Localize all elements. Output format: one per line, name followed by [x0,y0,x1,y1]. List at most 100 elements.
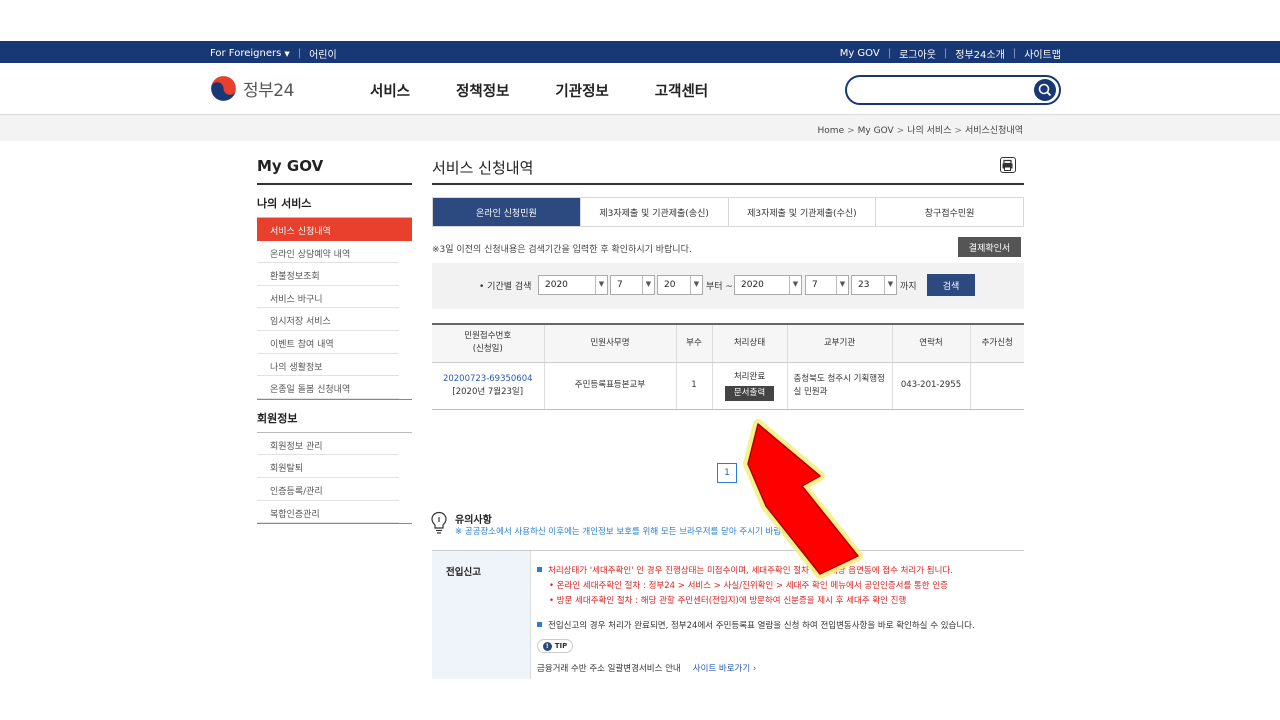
move-in-line-3: • 방문 세대주확인 절차 : 해당 관할 주민센터(전입지)에 방문하여 신분… [549,596,907,606]
period-search-button[interactable]: 검색 [927,274,975,296]
sidebar: My GOV 나의 서비스 서비스 신청내역 온라인 상담예약 내역 환불정보조… [257,157,412,525]
to-month-value: 7 [812,280,818,290]
caution-title: 유의사항 [455,515,492,526]
search-notice: ※3일 이전의 신청내용은 검색기간을 입력한 후 확인하시기 바랍니다. [432,245,692,255]
move-in-report-box: 전입신고 처리상태가 '세대주확인' 인 경우 진행상태는 미접수이며, 세대주… [432,550,1024,679]
breadcrumb-home[interactable]: Home [818,126,845,136]
divider: | [887,48,892,59]
history-tabs: 온라인 신청민원 제3자제출 및 기관제출(송신) 제3자제출 및 기관제출(수… [432,197,1024,227]
tab-online-applications[interactable]: 온라인 신청민원 [433,198,581,226]
breadcrumb-my-gov[interactable]: My GOV [858,126,894,136]
period-search: • 기간별 검색 2020 ▼ 7 ▼ 20 ▼ 부터 ~ 2020 ▼ 7 ▼ 23 ▼ … [432,263,1024,309]
cell-receipt: 20200723-69350604 [2020년 7월23일] [432,362,545,410]
payment-confirmation-button[interactable]: 결제확인서 [958,237,1021,257]
move-in-label: 전입신고 [432,551,530,679]
from-day-value: 20 [664,280,676,290]
sidebar-item-withdraw[interactable]: 회원탈퇴 [257,455,399,478]
tab-third-party-sent[interactable]: 제3자제출 및 기관제출(송신) [581,198,729,226]
status-text: 처리완료 [733,371,766,382]
move-in-line-4: 전입신고의 경우 처리가 완료되면, 정부24에서 주민등록표 열람을 신청 하… [537,619,975,631]
bullet-square-icon [537,622,542,627]
col-copies: 부수 [676,324,713,363]
chevron-down-icon: ▼ [690,276,702,294]
cell-extra [970,362,1024,410]
sidebar-item-life-info[interactable]: 나의 생활정보 [257,354,399,377]
sidebar-item-consult-reservations[interactable]: 온라인 상담예약 내역 [257,241,399,264]
print-icon[interactable] [1000,157,1016,173]
sidebar-item-multi-auth[interactable]: 복합인증관리 [257,501,399,524]
search-input[interactable] [859,81,1029,99]
browser-viewport: For Foreigners ▼ | 어린이 My GOV | 로그아웃 | 정부… [0,41,1280,679]
my-gov-link[interactable]: My GOV [840,48,880,59]
screenshot-stage: For Foreigners ▼ | 어린이 My GOV | 로그아웃 | 정부… [0,0,1280,720]
move-in-line-5: 금융거래 수반 주소 일괄변경서비스 안내 사이트 바로가기 › [537,662,756,674]
to-month-select[interactable]: 7 ▼ [805,275,849,295]
from-month-select[interactable]: 7 ▼ [610,275,655,295]
tab-third-party-received[interactable]: 제3자제출 및 기관제출(수신) [729,198,877,226]
sidebar-item-service-history[interactable]: 서비스 신청내역 [257,218,412,241]
from-day-select[interactable]: 20 ▼ [657,275,703,295]
sidebar-item-auth-register[interactable]: 인증등록/관리 [257,478,399,501]
bullet-square-icon [537,567,542,572]
col-apply-date-label: (신청일) [472,344,503,355]
site-logo[interactable]: 정부24 [210,75,294,102]
agency-line2: 실 민원과 [793,386,828,397]
cell-service: 주민등록표등본교부 [544,362,677,410]
from-year-select[interactable]: 2020 ▼ [538,275,608,295]
search-button[interactable] [1034,79,1056,101]
chevron-down-icon: ▼ [595,276,607,294]
breadcrumb: Home > My GOV > 나의 서비스 > 서비스신청내역 [818,123,1023,136]
to-day-value: 23 [858,280,870,290]
to-day-select[interactable]: 23 ▼ [851,275,897,295]
col-receipt-no-label: 민원접수번호 [464,331,512,342]
move-in-line-1-text: 처리상태가 '세대주확인' 인 경우 진행상태는 미접수이며, 세대주확인 절차… [548,566,953,576]
exclamation-icon: ! [542,641,552,651]
kids-link[interactable]: 어린이 [309,46,337,61]
move-in-body: 처리상태가 '세대주확인' 인 경우 진행상태는 미접수이며, 세대주확인 절차… [530,551,1024,679]
sitemap-link[interactable]: 사이트맵 [1024,46,1061,61]
nav-agency-info[interactable]: 기관정보 [555,80,608,101]
cell-status: 처리완료문서출력 [712,362,788,410]
nav-services[interactable]: 서비스 [370,80,410,101]
to-year-select[interactable]: 2020 ▼ [734,275,802,295]
sidebar-list-member-info: 회원정보 관리 회원탈퇴 인증등록/관리 복합인증관리 [257,433,412,525]
taegeuk-logo-icon [210,75,237,102]
table-header-row: 민원접수번호 (신청일) 민원사무명 부수 처리상태 교부기관 연락처 추가신청 [432,324,1024,363]
logout-link[interactable]: 로그아웃 [899,46,936,61]
lightbulb-icon [431,511,447,534]
chevron-down-icon: ▼ [836,276,848,294]
tip-label: TIP [554,642,568,650]
caution-subtitle: ※ 공공장소에서 사용하신 이후에는 개인정보 보호를 위해 모든 브라우저를 … [455,527,800,537]
tab-counter-applications[interactable]: 창구접수민원 [876,198,1023,226]
from-year-value: 2020 [545,280,568,290]
logo-text: 정부24 [243,81,294,101]
move-in-line-4-text: 전입신고의 경우 처리가 완료되면, 정부24에서 주민등록표 열람을 신청 하… [548,621,975,631]
receipt-number-link[interactable]: 20200723-69350604 [443,374,533,384]
sidebar-item-member-manage[interactable]: 회원정보 관리 [257,433,399,456]
sidebar-item-refund-info[interactable]: 환불정보조회 [257,263,399,286]
sidebar-item-event-history[interactable]: 이벤트 참여 내역 [257,331,399,354]
move-in-line-1: 처리상태가 '세대주확인' 인 경우 진행상태는 미접수이며, 세대주확인 절차… [537,564,953,576]
col-receipt-no: 민원접수번호 (신청일) [432,324,545,363]
chevron-right-icon: > [896,126,905,136]
site-shortcut-link[interactable]: 사이트 바로가기 › [693,664,757,674]
print-document-button[interactable]: 문서출력 [724,385,775,401]
chevron-down-icon: ▼ [642,276,654,294]
chevron-down-icon: ▼ [884,276,896,294]
sidebar-item-care-history[interactable]: 온종일 돌봄 신청내역 [257,376,399,399]
about-link[interactable]: 정부24소개 [955,46,1005,61]
sidebar-item-temp-saved[interactable]: 임시저장 서비스 [257,308,399,331]
search-icon [1038,83,1052,97]
divider: | [943,48,948,59]
nav-customer-center[interactable]: 고객센터 [655,80,708,101]
sidebar-item-service-basket[interactable]: 서비스 바구니 [257,286,399,309]
chevron-right-icon: > [847,126,855,136]
sidebar-list-my-services: 서비스 신청내역 온라인 상담예약 내역 환불정보조회 서비스 바구니 임시저장… [257,218,412,400]
move-in-line-5-text: 금융거래 수반 주소 일괄변경서비스 안내 [537,664,681,674]
site-header: 정부24 서비스 정책정보 기관정보 고객센터 [0,63,1280,115]
nav-policy-info[interactable]: 정책정보 [456,80,509,101]
breadcrumb-my-services[interactable]: 나의 서비스 [907,126,951,136]
pagination-page-1[interactable]: 1 [717,463,737,483]
to-year-value: 2020 [741,280,764,290]
for-foreigners-link[interactable]: For Foreigners ▼ [210,48,290,59]
